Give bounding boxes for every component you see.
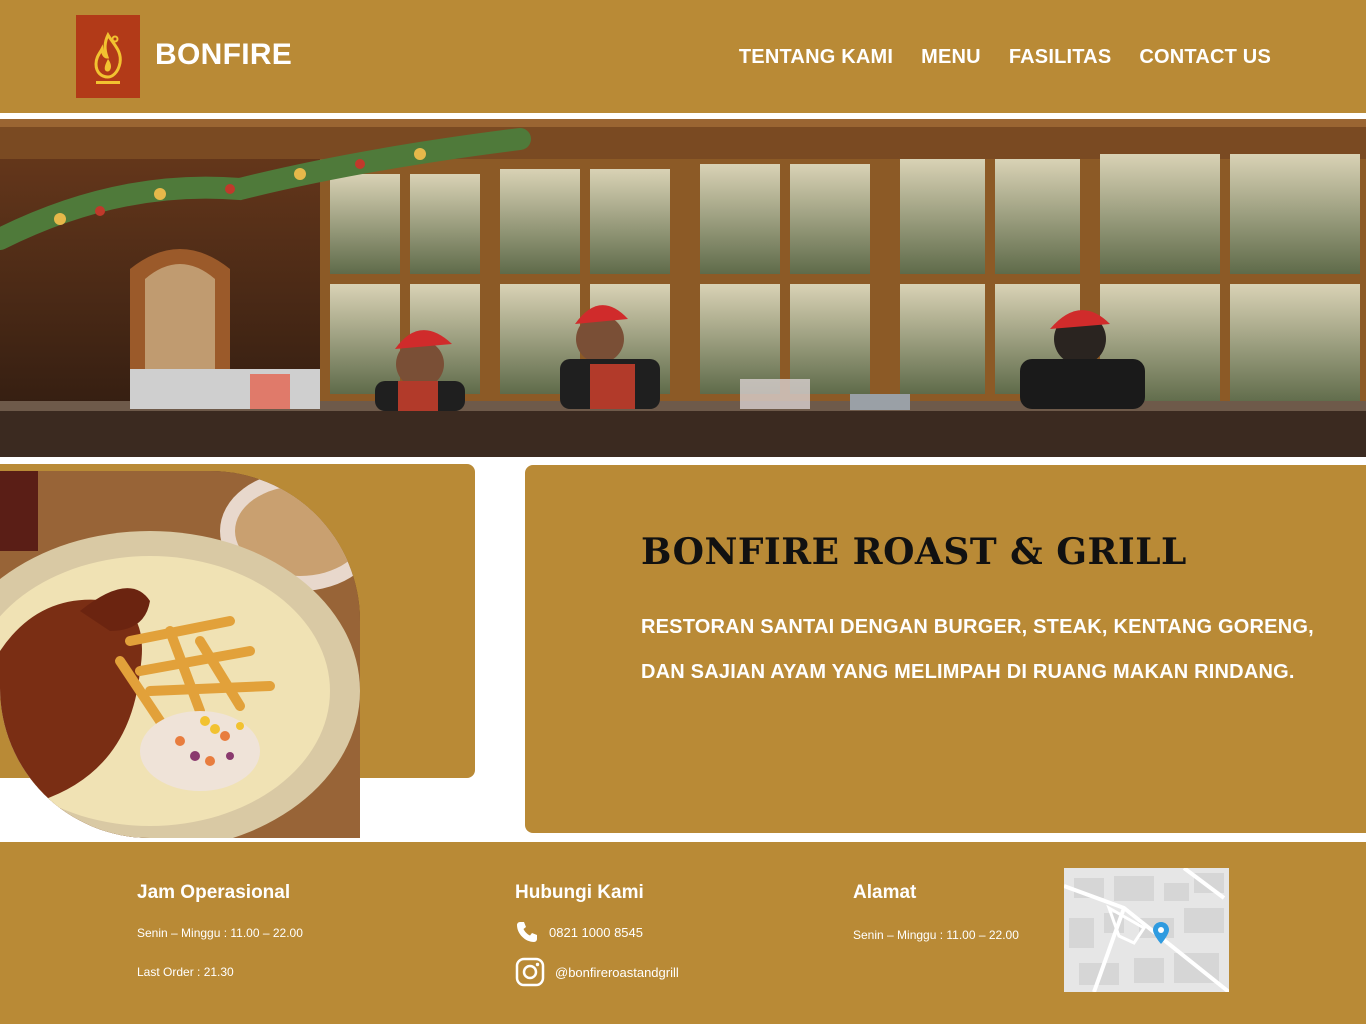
site-header: BONFIRE TENTANG KAMI MENU FASILITAS CONT… [0, 0, 1366, 113]
instagram-icon [515, 957, 545, 987]
hero-image [0, 119, 1366, 457]
nav-tentang-kami[interactable]: TENTANG KAMI [739, 46, 893, 69]
nav-menu[interactable]: MENU [921, 46, 981, 69]
contact-heading: Hubungi Kami [515, 882, 644, 903]
food-image [0, 471, 360, 838]
hours-line: Senin – Minggu : 11.00 – 22.00 [137, 926, 303, 940]
map-pin-icon [1153, 922, 1169, 944]
flame-icon [94, 31, 122, 84]
last-order: Last Order : 21.30 [137, 965, 234, 979]
main-nav: TENTANG KAMI MENU FASILITAS CONTACT US [739, 46, 1271, 69]
address-heading: Alamat [853, 882, 917, 903]
phone-number: 0821 1000 8545 [549, 924, 643, 940]
instagram-handle: @bonfireroastandgrill [555, 964, 679, 980]
phone-row[interactable]: 0821 1000 8545 [515, 920, 643, 944]
intro-description: RESTORAN SANTAI DENGAN BURGER, STEAK, KE… [641, 616, 1314, 683]
nav-contact-us[interactable]: CONTACT US [1139, 46, 1271, 69]
location-map[interactable] [1064, 868, 1229, 992]
intro-title: BONFIRE ROAST & GRILL [641, 531, 1187, 573]
hours-heading: Jam Operasional [137, 882, 291, 903]
phone-icon [517, 922, 537, 942]
intro-card: BONFIRE ROAST & GRILL RESTORAN SANTAI DE… [525, 465, 1366, 833]
brand-name[interactable]: BONFIRE [155, 38, 292, 72]
site-footer: Jam Operasional Senin – Minggu : 11.00 –… [0, 842, 1366, 1024]
logo[interactable] [76, 15, 140, 98]
address-line: Senin – Minggu : 11.00 – 22.00 [853, 928, 1019, 942]
instagram-row[interactable]: @bonfireroastandgrill [515, 957, 679, 987]
nav-fasilitas[interactable]: FASILITAS [1009, 46, 1112, 69]
